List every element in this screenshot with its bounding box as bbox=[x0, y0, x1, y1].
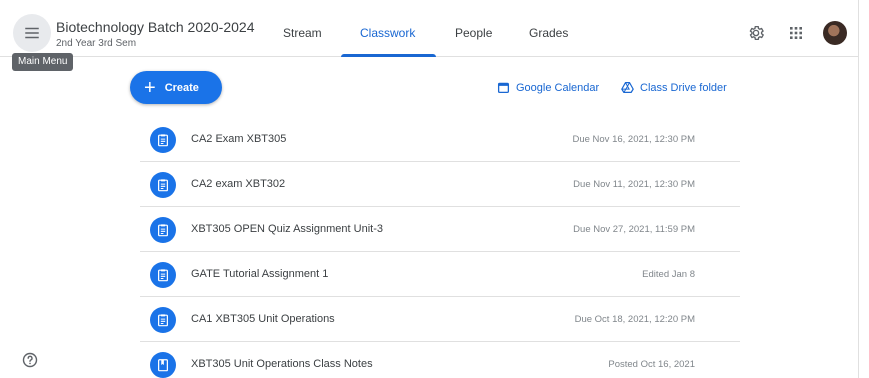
item-title: CA1 XBT305 Unit Operations bbox=[191, 313, 335, 325]
tab-people[interactable]: People bbox=[455, 26, 492, 40]
help-button[interactable] bbox=[22, 352, 38, 368]
list-item[interactable]: CA2 exam XBT302 Due Nov 11, 2021, 12:30 … bbox=[140, 162, 740, 207]
item-title: CA2 Exam XBT305 bbox=[191, 133, 287, 145]
settings-button[interactable] bbox=[745, 22, 767, 44]
item-title: CA2 exam XBT302 bbox=[191, 178, 286, 190]
assignment-icon bbox=[150, 262, 176, 288]
list-item[interactable]: XBT305 Unit Operations Class Notes Poste… bbox=[140, 342, 740, 378]
assignment-icon bbox=[150, 307, 176, 333]
list-item[interactable]: CA2 Exam XBT305 Due Nov 16, 2021, 12:30 … bbox=[140, 117, 740, 162]
item-posted-date: Posted Oct 16, 2021 bbox=[608, 359, 695, 370]
plus-icon: + bbox=[144, 76, 156, 99]
apps-button[interactable] bbox=[787, 24, 805, 42]
tab-classwork[interactable]: Classwork bbox=[360, 26, 415, 40]
class-subtitle: 2nd Year 3rd Sem bbox=[56, 38, 137, 49]
drive-icon bbox=[621, 82, 634, 93]
item-due-date: Due Nov 16, 2021, 12:30 PM bbox=[572, 134, 695, 145]
create-button-label: Create bbox=[164, 81, 199, 94]
main-menu-button[interactable] bbox=[13, 14, 51, 52]
help-circle-icon bbox=[22, 352, 38, 368]
item-title: GATE Tutorial Assignment 1 bbox=[191, 268, 329, 280]
item-edited-date: Edited Jan 8 bbox=[642, 269, 695, 280]
item-title: XBT305 Unit Operations Class Notes bbox=[191, 358, 373, 370]
calendar-icon bbox=[497, 82, 510, 94]
item-title: XBT305 OPEN Quiz Assignment Unit-3 bbox=[191, 223, 383, 235]
class-drive-folder-link[interactable]: Class Drive folder bbox=[621, 81, 727, 94]
item-due-date: Due Oct 18, 2021, 12:20 PM bbox=[574, 314, 695, 325]
class-drive-label: Class Drive folder bbox=[640, 81, 727, 94]
top-app-bar: Biotechnology Batch 2020-2024 2nd Year 3… bbox=[0, 0, 858, 57]
active-tab-indicator bbox=[341, 54, 436, 57]
assignment-icon bbox=[150, 127, 176, 153]
list-item[interactable]: XBT305 OPEN Quiz Assignment Unit-3 Due N… bbox=[140, 207, 740, 252]
apps-grid-icon bbox=[790, 27, 802, 39]
class-title[interactable]: Biotechnology Batch 2020-2024 bbox=[56, 19, 254, 35]
gear-icon bbox=[749, 25, 764, 41]
material-icon bbox=[150, 352, 176, 378]
google-calendar-link[interactable]: Google Calendar bbox=[497, 81, 599, 94]
create-button[interactable]: + Create bbox=[130, 71, 222, 104]
page-divider bbox=[858, 0, 859, 378]
hamburger-icon bbox=[25, 27, 39, 39]
main-menu-tooltip: Main Menu bbox=[12, 53, 74, 71]
item-due-date: Due Nov 27, 2021, 11:59 PM bbox=[573, 224, 695, 235]
tab-stream[interactable]: Stream bbox=[283, 26, 322, 40]
google-calendar-label: Google Calendar bbox=[516, 81, 600, 94]
tab-grades[interactable]: Grades bbox=[529, 26, 568, 40]
assignment-icon bbox=[150, 172, 176, 198]
classwork-list: CA2 Exam XBT305 Due Nov 16, 2021, 12:30 … bbox=[140, 117, 740, 378]
item-due-date: Due Nov 11, 2021, 12:30 PM bbox=[573, 179, 695, 190]
list-item[interactable]: GATE Tutorial Assignment 1 Edited Jan 8 bbox=[140, 252, 740, 297]
assignment-icon bbox=[150, 217, 176, 243]
account-avatar[interactable] bbox=[823, 21, 847, 45]
list-item[interactable]: CA1 XBT305 Unit Operations Due Oct 18, 2… bbox=[140, 297, 740, 342]
